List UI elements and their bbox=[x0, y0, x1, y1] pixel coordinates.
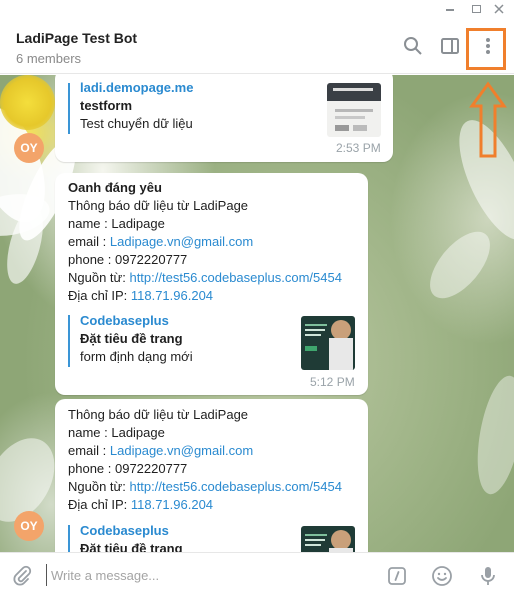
preview-title: Đặt tiêu đề trang bbox=[80, 331, 183, 346]
email-link[interactable]: Ladipage.vn@gmail.com bbox=[110, 234, 253, 249]
attach-icon[interactable] bbox=[10, 564, 34, 588]
avatar[interactable]: OY bbox=[14, 133, 44, 163]
avatar[interactable]: OY bbox=[14, 511, 44, 541]
preview-thumbnail[interactable] bbox=[327, 83, 381, 137]
message-line: Thông báo dữ liệu từ LadiPage bbox=[68, 407, 249, 422]
message-input[interactable] bbox=[46, 564, 366, 586]
compose-bar bbox=[0, 552, 514, 597]
message-line: Địa chỉ IP: 118.71.96.204 bbox=[68, 497, 213, 512]
chat-area[interactable]: ladi.demopage.me testform Test chuyển dữ… bbox=[0, 75, 514, 552]
preview-site[interactable]: ladi.demopage.me bbox=[80, 80, 193, 95]
source-label: Nguồn từ: bbox=[68, 270, 130, 285]
message-bubble[interactable]: Thông báo dữ liệu từ LadiPage name : Lad… bbox=[55, 399, 368, 552]
chat-header: LadiPage Test Bot 6 members bbox=[0, 18, 514, 74]
preview-title: Đặt tiêu đề trang bbox=[80, 541, 183, 552]
message-line: email : Ladipage.vn@gmail.com bbox=[68, 234, 253, 249]
microphone-icon[interactable] bbox=[476, 564, 500, 588]
preview-description: form định dạng mới bbox=[80, 349, 193, 364]
ip-label: Địa chỉ IP: bbox=[68, 497, 131, 512]
preview-thumbnail[interactable] bbox=[301, 526, 355, 552]
message-time: 2:53 PM bbox=[336, 141, 381, 155]
members-count[interactable]: 6 members bbox=[16, 51, 81, 66]
preview-site[interactable]: Codebaseplus bbox=[80, 523, 169, 538]
email-link[interactable]: Ladipage.vn@gmail.com bbox=[110, 443, 253, 458]
close-icon[interactable] bbox=[490, 1, 508, 17]
email-label: email : bbox=[68, 234, 110, 249]
commands-icon[interactable] bbox=[385, 564, 409, 588]
window-titlebar bbox=[0, 0, 514, 18]
message-bubble[interactable]: ladi.demopage.me testform Test chuyển dữ… bbox=[55, 75, 393, 162]
message-bubble[interactable]: Oanh đáng yêu Thông báo dữ liệu từ LadiP… bbox=[55, 173, 368, 395]
preview-description: Test chuyển dữ liệu bbox=[80, 116, 193, 131]
message-line: Thông báo dữ liệu từ LadiPage bbox=[68, 198, 249, 213]
search-icon[interactable] bbox=[401, 34, 425, 58]
preview-title: testform bbox=[80, 98, 133, 113]
message-line: name : Ladipage bbox=[68, 425, 165, 440]
sender-name[interactable]: Oanh đáng yêu bbox=[68, 180, 162, 195]
message-line: Địa chỉ IP: 118.71.96.204 bbox=[68, 288, 213, 303]
chat-title[interactable]: LadiPage Test Bot bbox=[16, 30, 137, 46]
link-preview[interactable]: Codebaseplus Đặt tiêu đề trang bbox=[68, 523, 288, 552]
message-line: Nguồn từ: http://test56.codebaseplus.com… bbox=[68, 270, 342, 285]
flower-center bbox=[0, 75, 55, 130]
minimize-icon[interactable] bbox=[441, 1, 459, 17]
source-label: Nguồn từ: bbox=[68, 479, 130, 494]
preview-thumbnail[interactable] bbox=[301, 316, 355, 370]
message-line: email : Ladipage.vn@gmail.com bbox=[68, 443, 253, 458]
highlight-box bbox=[466, 28, 506, 70]
ip-label: Địa chỉ IP: bbox=[68, 288, 131, 303]
message-line: Nguồn từ: http://test56.codebaseplus.com… bbox=[68, 479, 342, 494]
maximize-icon[interactable] bbox=[467, 1, 485, 17]
preview-site[interactable]: Codebaseplus bbox=[80, 313, 169, 328]
arrow-up-annotation bbox=[469, 81, 507, 158]
message-line: phone : 0972220777 bbox=[68, 461, 188, 476]
source-link[interactable]: http://test56.codebaseplus.com/5454 bbox=[129, 270, 341, 285]
email-label: email : bbox=[68, 443, 110, 458]
link-preview[interactable]: Codebaseplus Đặt tiêu đề trang form định… bbox=[68, 313, 288, 367]
message-line: name : Ladipage bbox=[68, 216, 165, 231]
side-panel-icon[interactable] bbox=[438, 34, 462, 58]
source-link[interactable]: http://test56.codebaseplus.com/5454 bbox=[129, 479, 341, 494]
link-preview[interactable]: ladi.demopage.me testform Test chuyển dữ… bbox=[68, 80, 308, 134]
message-line: phone : 0972220777 bbox=[68, 252, 188, 267]
emoji-icon[interactable] bbox=[430, 564, 454, 588]
ip-link[interactable]: 118.71.96.204 bbox=[131, 497, 213, 512]
ip-link[interactable]: 118.71.96.204 bbox=[131, 288, 213, 303]
message-time: 5:12 PM bbox=[310, 375, 355, 389]
